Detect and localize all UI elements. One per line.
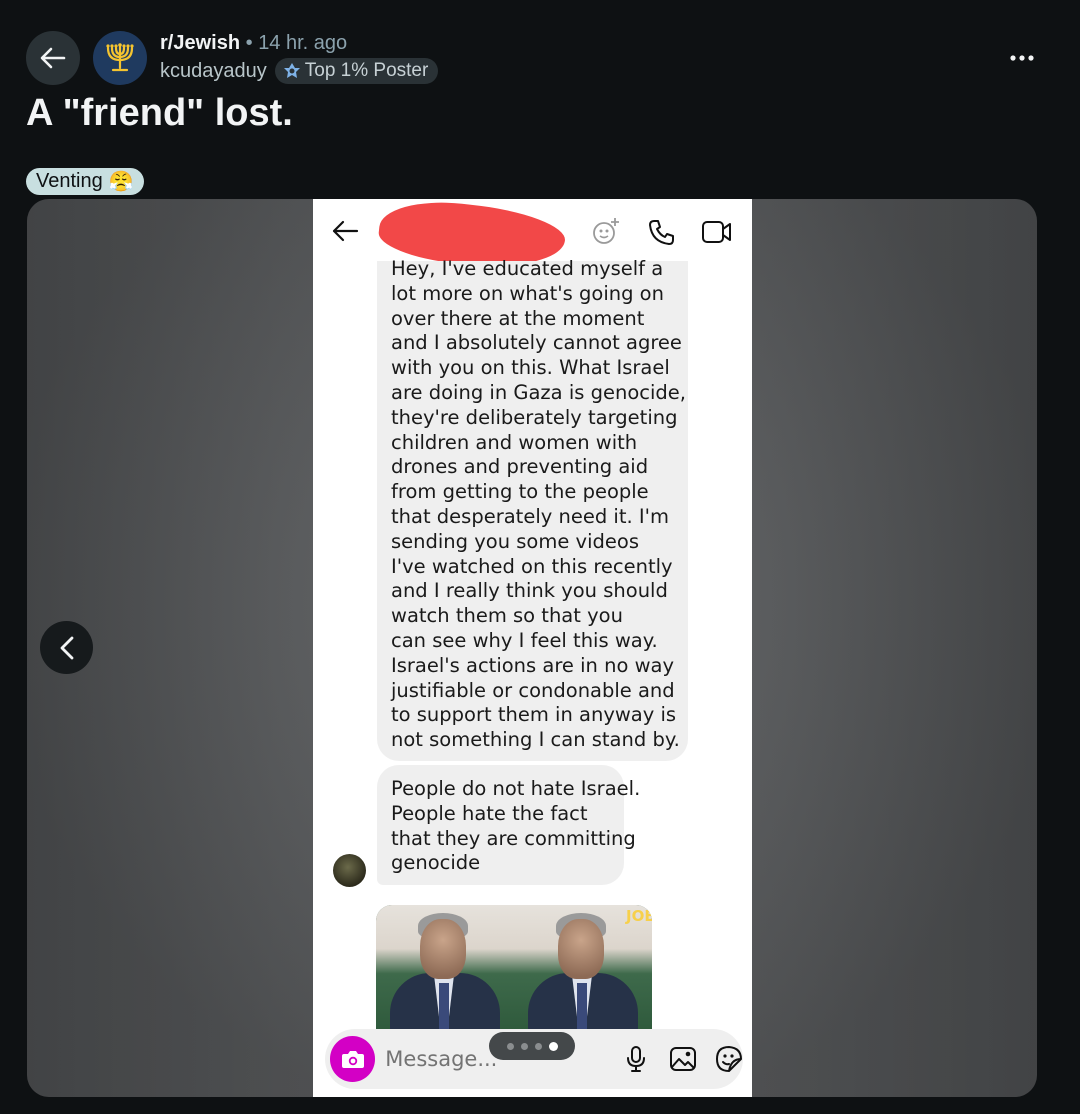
author-username[interactable]: kcudayaduy (160, 60, 267, 83)
message-2-text: People do not hate Israel. People hate th… (391, 777, 641, 876)
message-line: children and women with (391, 430, 638, 454)
video-frame-left (376, 905, 514, 1030)
carousel-dot (534, 1042, 542, 1050)
camera-icon (341, 1051, 364, 1068)
chat-screenshot[interactable]: Hey, I've educated myself a lot more on w… (313, 199, 752, 1097)
message-bubble-incoming: People do not hate Israel. People hate th… (377, 765, 641, 885)
message-bubble-incoming-long: Hey, I've educated myself a lot more on w… (377, 257, 688, 761)
phone-icon (649, 220, 674, 245)
top-poster-icon (283, 63, 300, 78)
post-age: 14 hr. ago (258, 32, 348, 54)
message-line: they're deliberately targeting (391, 405, 678, 429)
message-line: People hate the fact (391, 801, 588, 825)
microphone-icon (627, 1046, 645, 1072)
post-flair-emoji: 😤 (108, 171, 134, 193)
more-options-button[interactable] (1006, 46, 1038, 70)
sticker-button[interactable] (715, 1045, 743, 1073)
message-line: Israel's actions are in no way (391, 653, 675, 677)
message-line: that they are committing (391, 826, 636, 850)
message-line: lot more on what's going on (391, 281, 664, 305)
message-line: sending you some videos (391, 529, 639, 553)
message-line: drones and preventing aid (391, 455, 649, 479)
video-call-icon (702, 221, 731, 243)
message-line: not something I can stand by. (391, 728, 680, 752)
video-channel-label: JOE (626, 907, 652, 925)
carousel-dot (506, 1042, 514, 1050)
message-line: can see why I feel this way. (391, 628, 658, 652)
carousel-indicator (489, 1032, 575, 1060)
sender-avatar (333, 854, 366, 887)
carousel-dot (520, 1042, 528, 1050)
user-flair: Top 1% Poster (274, 58, 439, 84)
voice-message-button[interactable] (625, 1045, 647, 1073)
message-line: and I really think you should (391, 579, 668, 603)
message-line: over there at the moment (391, 306, 645, 330)
post-flair[interactable]: Venting 😤 (26, 168, 144, 195)
sticker-icon (716, 1046, 742, 1072)
author-row: kcudayaduy Top 1% Poster (160, 58, 439, 84)
more-options-icon (1010, 55, 1034, 61)
menorah-icon (106, 43, 134, 72)
carousel-dot (548, 1041, 558, 1051)
message-line: Hey, I've educated myself a (391, 257, 664, 280)
back-button[interactable] (26, 31, 80, 85)
message-1-text: Hey, I've educated myself a lot more on w… (391, 257, 686, 753)
gallery-icon (670, 1047, 696, 1071)
message-line: to support them in anyway is (391, 703, 677, 727)
message-line: People do not hate Israel. (391, 777, 641, 800)
shared-video-thumbnail[interactable]: JOE (376, 905, 652, 1030)
subreddit-avatar[interactable] (93, 31, 147, 85)
subreddit-name[interactable]: r/Jewish (160, 32, 240, 54)
message-line: from getting to the people (391, 480, 649, 504)
message-line: watch them so that you (391, 604, 623, 628)
camera-button[interactable] (330, 1036, 376, 1082)
back-arrow-icon (40, 47, 66, 69)
message-line: that desperately need it. I'm (391, 504, 669, 528)
meta-separator: • (245, 32, 253, 54)
post-title: A "friend" lost. (26, 92, 293, 134)
effects-icon (593, 218, 619, 244)
post-flair-label: Venting (36, 170, 103, 192)
message-line: and I absolutely cannot agree (391, 331, 682, 355)
message-line: genocide (391, 851, 481, 875)
message-line: I've watched on this recently (391, 554, 673, 578)
message-line: with you on this. What Israel (391, 356, 670, 380)
chevron-left-icon (60, 636, 73, 659)
gallery-button[interactable] (669, 1046, 697, 1072)
chat-back-arrow-icon (332, 220, 359, 242)
previous-image-button[interactable] (40, 621, 93, 674)
message-line: are doing in Gaza is genocide, (391, 380, 686, 404)
post-meta: r/Jewish • 14 hr. ago (160, 32, 347, 55)
message-line: justifiable or condonable and (391, 678, 675, 702)
user-flair-label: Top 1% Poster (304, 60, 429, 81)
